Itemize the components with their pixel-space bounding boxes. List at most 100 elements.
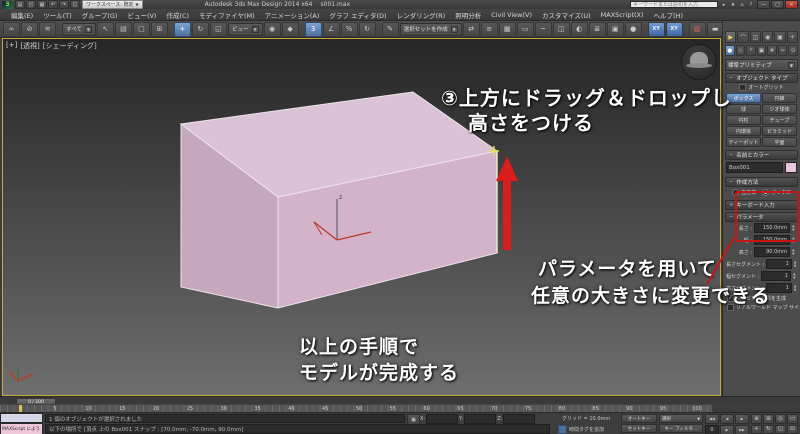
snap-toggle-3d-icon[interactable]: 3 — [305, 22, 322, 37]
vray-toolbar-icon[interactable]: ▬ — [707, 22, 722, 37]
rollout-name-color[interactable]: − 名前とカラー — [725, 150, 798, 160]
tab-motion[interactable]: ◉ — [762, 31, 773, 43]
axis-constraint-xy-icon[interactable]: XY — [648, 22, 665, 37]
spinner-snap-icon[interactable]: ↻ — [359, 22, 376, 37]
object-type-button[interactable]: 円錐 — [762, 93, 797, 103]
workspace-dropdown[interactable]: ワークスペース: 既定 ▼ — [82, 0, 143, 9]
search-input[interactable] — [630, 1, 718, 8]
menu-item[interactable]: ビュー(V) — [122, 10, 161, 20]
go-to-start-icon[interactable]: ◀◀ — [705, 414, 719, 424]
use-pivot-center-icon[interactable]: ◉ — [264, 22, 281, 37]
save-file-icon[interactable]: ▦ — [37, 0, 47, 9]
maximize-viewport-icon[interactable]: ⊡ — [787, 425, 798, 434]
previous-frame-icon[interactable]: ◀ — [720, 414, 734, 424]
tab-hierarchy[interactable]: ◫ — [750, 31, 761, 43]
spinner-icon[interactable]: ▲▼ — [792, 248, 797, 256]
select-and-scale-icon[interactable]: ◱ — [210, 22, 227, 37]
maxscript-mini-listener[interactable]: MAXScript によう — [0, 423, 43, 434]
key-filters-button[interactable]: キー フィルタ... — [659, 424, 703, 433]
render-setup-icon[interactable]: ≣ — [589, 22, 606, 37]
menu-item[interactable]: 作成(C) — [161, 10, 194, 20]
object-type-button[interactable]: 平面 — [762, 137, 797, 147]
zoom-all-icon[interactable]: ⊞ — [763, 414, 774, 424]
maxscript-listener-white[interactable] — [0, 413, 43, 423]
object-color-swatch[interactable] — [785, 162, 797, 173]
window-crossing-icon[interactable]: ⊞ — [151, 22, 168, 37]
unlink-selection-icon[interactable]: ⊘ — [21, 22, 38, 37]
tab-create[interactable]: ▶ — [725, 31, 736, 43]
go-to-end-icon[interactable]: ▶▶ — [735, 425, 749, 434]
set-key-button[interactable]: セットキー — [621, 424, 657, 433]
add-time-tag[interactable]: 時間タグを追加 — [558, 425, 604, 434]
selection-filter-dropdown[interactable]: すべて▼ — [62, 23, 96, 36]
primitive-type-dropdown[interactable]: 標準プリミティブ ▼ — [725, 59, 798, 71]
auto-key-button[interactable]: オートキー — [621, 414, 657, 423]
select-and-link-icon[interactable]: ∞ — [3, 22, 20, 37]
curve-editor-icon[interactable]: ~ — [535, 22, 552, 37]
spinner-icon[interactable]: ▲▼ — [794, 260, 797, 268]
project-folder-icon[interactable]: ◱ — [70, 0, 80, 9]
viewport-label[interactable]: [+] [透視] [シェーディング] — [6, 41, 97, 51]
object-type-button[interactable]: ピラミッド — [762, 126, 797, 136]
menu-item[interactable]: 編集(E) — [6, 10, 38, 20]
rendered-frame-icon[interactable]: ▣ — [607, 22, 624, 37]
menu-item[interactable]: MAXScript(X) — [596, 11, 649, 19]
state-sets-icon[interactable]: ▥ — [689, 22, 706, 37]
coord-x-field[interactable] — [426, 414, 458, 424]
category-systems[interactable]: ⊙ — [788, 45, 798, 56]
category-cameras[interactable]: ▣ — [757, 45, 767, 56]
named-selection-sets-dropdown[interactable]: 選択セットを作成▼ — [400, 23, 462, 36]
help-icon[interactable]: ? — [747, 1, 755, 8]
selected-filter-dropdown[interactable]: 選択 ▼ — [659, 414, 703, 423]
menu-item[interactable]: モディファイヤ(M) — [194, 10, 260, 20]
menu-item[interactable]: カスタマイズ(U) — [537, 10, 596, 20]
zoom-icon[interactable]: ⊕ — [751, 414, 762, 424]
rollout-creation-method[interactable]: − 作成方法 — [725, 177, 798, 187]
category-geometry[interactable]: ● — [725, 45, 735, 56]
favorites-icon[interactable]: ★ — [729, 1, 737, 8]
3ds-max-logo-icon[interactable]: 3 — [2, 1, 13, 9]
frame-number-field[interactable]: 0 — [705, 425, 719, 434]
new-scene-icon[interactable]: ▤ — [15, 0, 25, 9]
mirror-icon[interactable]: ⇄ — [463, 22, 480, 37]
menu-item[interactable]: Civil View(V) — [486, 11, 537, 19]
viewport-shading-mode[interactable]: [シェーディング] — [43, 41, 97, 51]
menu-item[interactable]: ツール(T) — [38, 10, 77, 20]
home-icon[interactable]: ⌂ — [738, 1, 746, 8]
object-type-button[interactable]: チューブ — [762, 115, 797, 125]
minimize-button[interactable]: — — [757, 0, 770, 9]
autogrid-checkbox[interactable] — [739, 84, 746, 91]
object-name-field[interactable]: Box001 — [726, 162, 783, 173]
tab-utilities[interactable]: + — [787, 31, 798, 43]
fov-icon[interactable]: ◱ — [775, 425, 786, 434]
rollout-object-type[interactable]: − オブジェクト タイプ — [725, 73, 798, 83]
category-shapes[interactable]: ◇ — [736, 45, 746, 56]
object-type-button[interactable]: ティーポット — [726, 137, 761, 147]
object-type-button[interactable]: ジオ球体 — [762, 104, 797, 114]
restore-button[interactable]: ▢ — [771, 0, 784, 9]
menu-item[interactable]: グラフ エディタ(D) — [324, 10, 391, 20]
menu-item[interactable]: グループ(G) — [77, 10, 123, 20]
tab-modify[interactable]: ⌒ — [737, 31, 748, 43]
viewport-view-name[interactable]: [透視] — [20, 41, 39, 51]
track-bar[interactable]: 0 / 100 — [0, 396, 800, 404]
close-button[interactable]: × — [785, 0, 798, 9]
layer-manager-icon[interactable]: ▦ — [499, 22, 516, 37]
menu-item[interactable]: レンダリング(R) — [392, 10, 451, 20]
select-and-manipulate-icon[interactable]: ◆ — [282, 22, 299, 37]
undo-icon[interactable]: ↶ — [48, 0, 58, 9]
category-helpers[interactable]: # — [767, 45, 777, 56]
select-and-move-icon[interactable]: + — [174, 22, 191, 37]
category-space-warps[interactable]: ≈ — [778, 45, 788, 56]
menu-item[interactable]: ヘルプ(H) — [649, 10, 688, 20]
select-object-icon[interactable]: ↖ — [97, 22, 114, 37]
search-go-icon[interactable]: ▸ — [720, 1, 728, 8]
material-editor-icon[interactable]: ◐ — [571, 22, 588, 37]
select-and-rotate-icon[interactable]: ↻ — [192, 22, 209, 37]
tab-display[interactable]: ▣ — [774, 31, 785, 43]
pan-icon[interactable]: + — [751, 425, 762, 434]
redo-icon[interactable]: ↷ — [59, 0, 69, 9]
axis-constraint-xy-2-icon[interactable]: XY — [666, 22, 683, 37]
spinner-icon[interactable]: ▲▼ — [793, 272, 797, 280]
align-icon[interactable]: ≡ — [481, 22, 498, 37]
